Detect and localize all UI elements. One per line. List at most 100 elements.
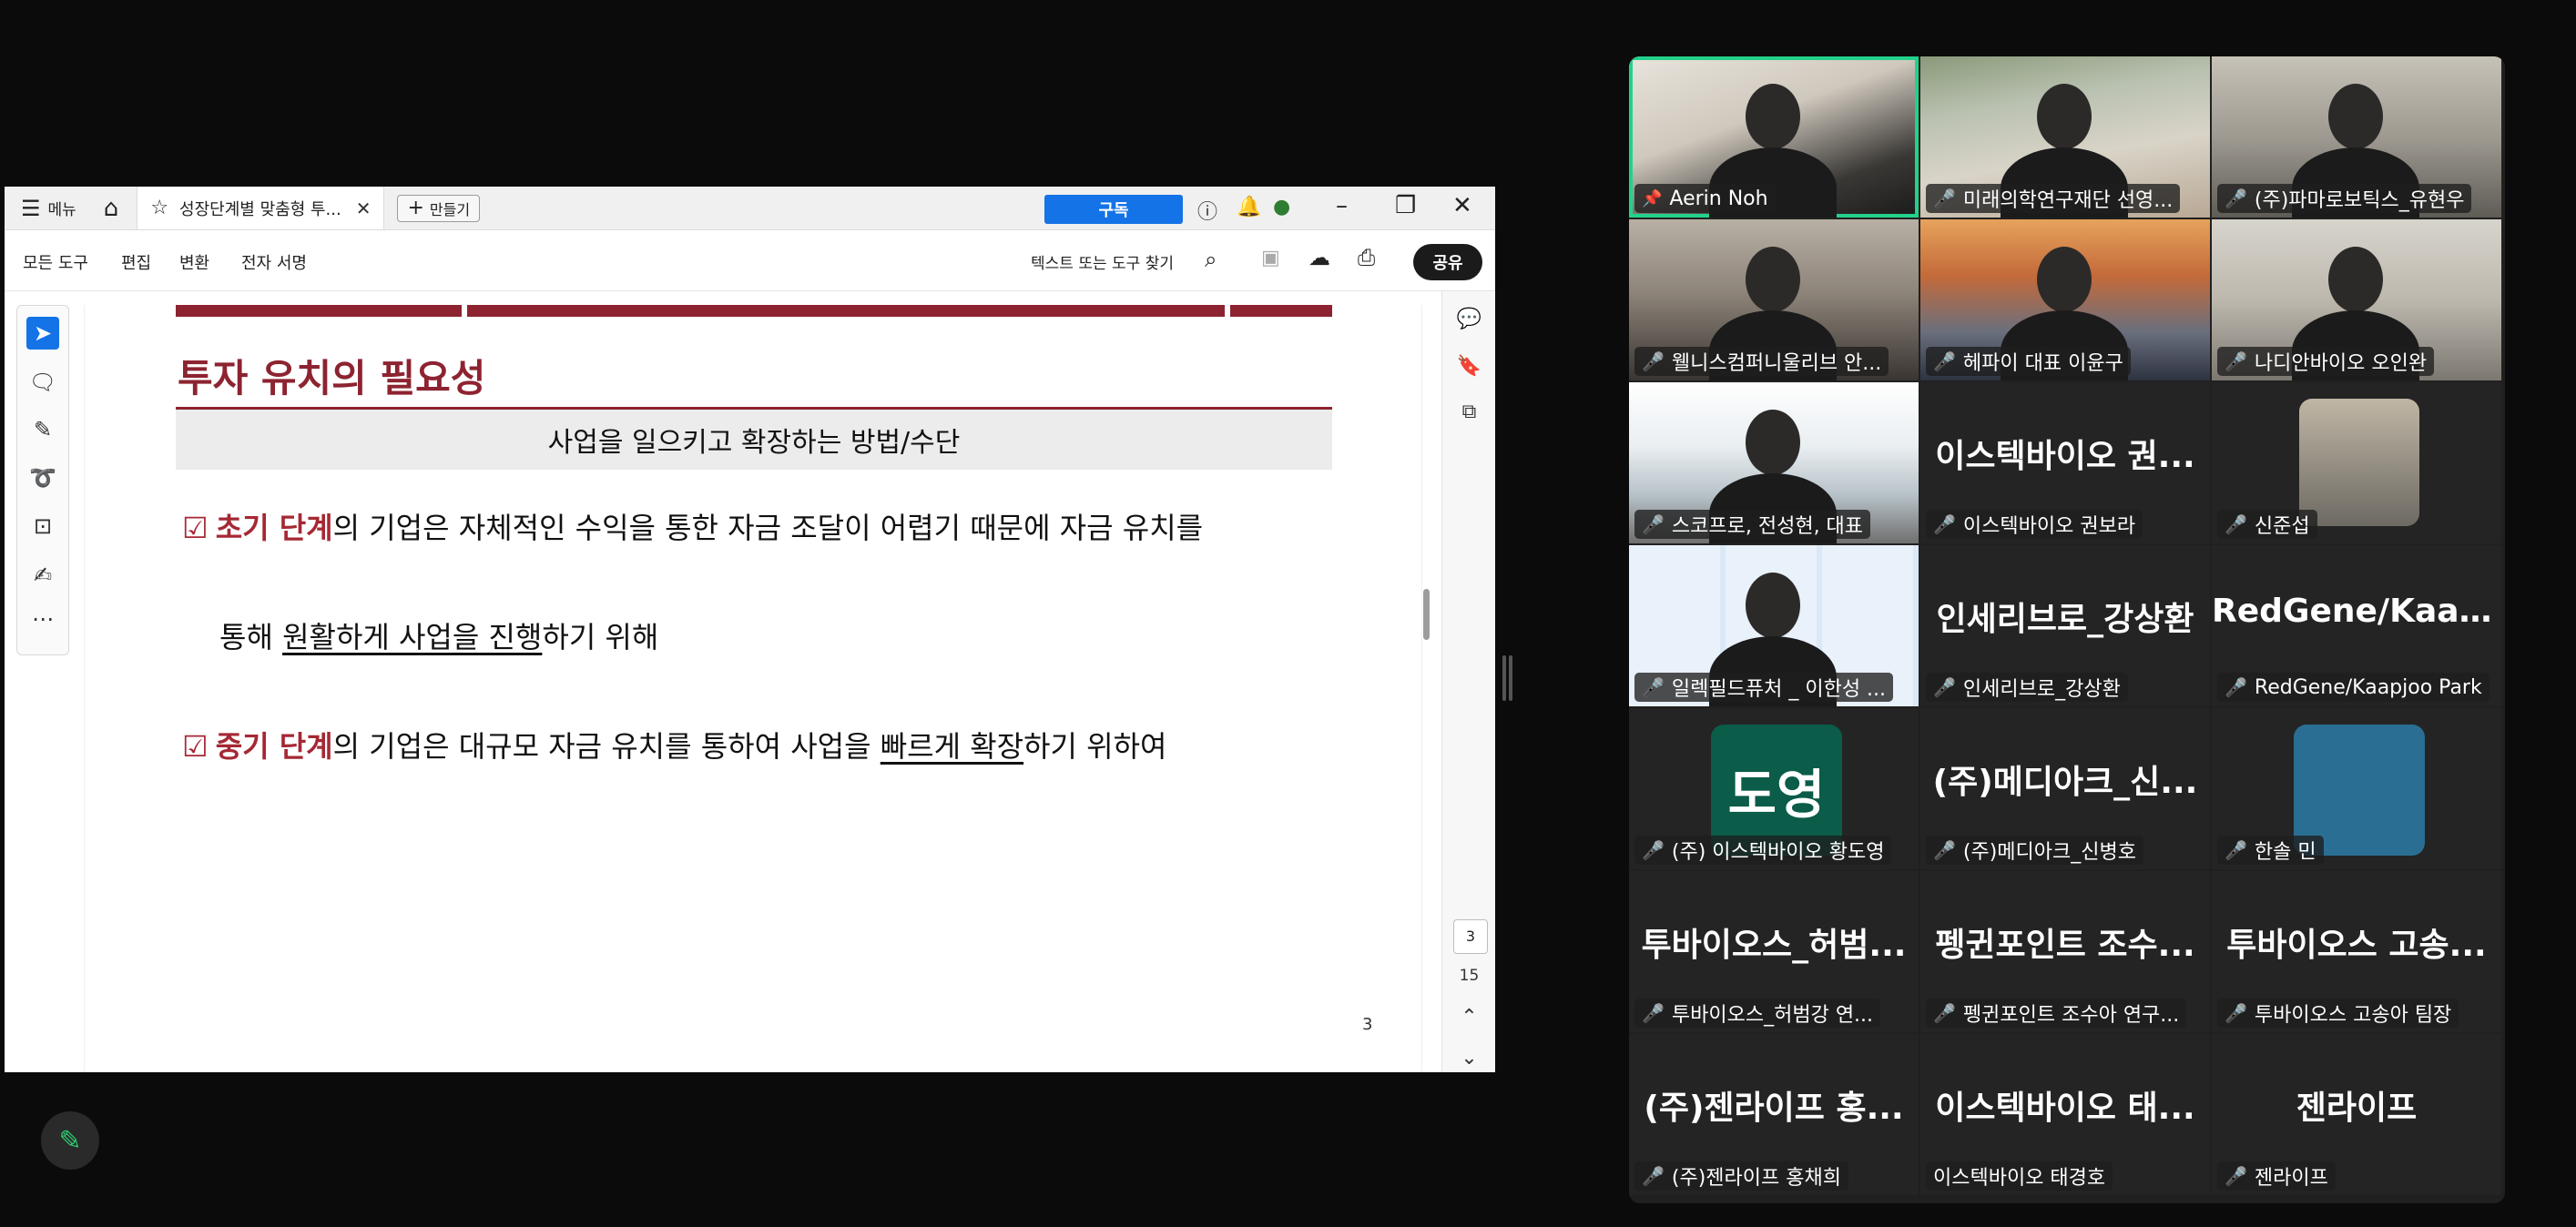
participant-tile[interactable]: 젠라이프 🎤 젠라이프 xyxy=(2212,1034,2501,1195)
chevron-down-icon[interactable]: ⌄ xyxy=(1442,1047,1495,1070)
participant-tile[interactable]: 🎤 신준섭 xyxy=(2212,382,2501,543)
split-handle[interactable] xyxy=(1502,655,1506,701)
participant-name: 인세리브로_강상환 xyxy=(1962,678,2121,701)
split-handle[interactable] xyxy=(1509,655,1512,701)
participant-name: 젠라이프 xyxy=(2254,1167,2328,1190)
comments-icon[interactable]: 💬 xyxy=(1442,308,1495,330)
participant-name-tag: 🎤 스코프로, 전성현, 대표 xyxy=(1634,510,1871,539)
highlight-pen-icon[interactable]: ✎ xyxy=(17,417,68,442)
restore-icon[interactable]: ❐ xyxy=(1395,192,1416,219)
cloud-upload-icon[interactable]: ☁ xyxy=(1308,245,1330,270)
participant-tile[interactable]: 투바이오스_허범... 🎤 투바이오스_허범강 연... xyxy=(1629,871,1919,1032)
annotate-pen-icon[interactable]: ✎ xyxy=(41,1111,99,1170)
tool-all[interactable]: 모든 도구 xyxy=(23,250,88,274)
pin-icon: 📌 xyxy=(1642,188,1663,208)
participant-name-tag: 🎤 투바이오스_허범강 연... xyxy=(1634,999,1881,1028)
participant-video-head xyxy=(2037,247,2092,312)
participant-name: (주)젠라이프 홍채희 xyxy=(1671,1167,1841,1190)
participant-tile[interactable]: 이스텍바이오 태... 이스텍바이오 태경호 xyxy=(1920,1034,2210,1195)
participant-name-tag: 🎤 젠라이프 xyxy=(2217,1161,2336,1191)
vertical-scrollbar[interactable] xyxy=(1423,589,1430,640)
participant-tile[interactable]: 🎤 웰니스컴퍼니울리브 안... xyxy=(1629,219,1919,380)
menu-button[interactable]: ☰ 메뉴 xyxy=(21,196,76,221)
participant-tile[interactable]: 펭귄포인트 조수... 🎤 펭귄포인트 조수아 연구... xyxy=(1920,871,2210,1032)
close-window-icon[interactable]: ✕ xyxy=(1452,192,1472,219)
total-pages: 15 xyxy=(1459,967,1480,985)
participant-tile[interactable]: RedGene/Kaapj... 🎤 RedGene/Kaapjoo Park xyxy=(2212,545,2501,706)
sign-icon[interactable]: ✍ xyxy=(17,563,68,588)
minimize-icon[interactable]: – xyxy=(1336,192,1348,219)
more-tools-icon[interactable]: ⋯ xyxy=(17,606,68,632)
comment-add-icon[interactable]: 🗨 xyxy=(17,370,68,395)
document-tab[interactable]: ☆ 성장단계별 맞춤형 투... ✕ xyxy=(137,187,385,229)
participant-video-head xyxy=(1746,410,1800,475)
participant-display-name: 이스텍바이오 태... xyxy=(1935,1090,2195,1127)
participant-name-tag: 🎤 헤파이 대표 이윤구 xyxy=(1926,347,2131,376)
tool-convert[interactable]: 변환 xyxy=(179,250,209,274)
mic-muted-icon: 🎤 xyxy=(1933,513,1956,535)
help-icon[interactable]: ⓘ xyxy=(1197,196,1217,225)
participant-tile[interactable]: 🎤 일렉필드퓨처 _ 이한성 ... xyxy=(1629,545,1919,706)
participant-tile[interactable]: 도영 🎤 (주) 이스텍바이오 황도영 xyxy=(1629,708,1919,869)
participant-display-name: 인세리브로_강상환 xyxy=(1936,601,2194,638)
participant-name-tag: 🎤 인세리브로_강상환 xyxy=(1926,673,2128,702)
participant-name-tag: 🎤 (주)메디아크_신병호 xyxy=(1926,836,2143,865)
draw-lasso-icon[interactable]: ➰ xyxy=(17,465,68,491)
bell-icon[interactable]: 🔔 xyxy=(1237,196,1261,218)
bullet-2-highlight: 중기 단계 xyxy=(215,729,333,764)
participant-video-head xyxy=(1746,84,1800,149)
participant-display-name: 젠라이프 xyxy=(2296,1090,2418,1127)
select-cursor-icon[interactable]: ➤ xyxy=(26,317,59,350)
subscribe-button[interactable]: 구독 xyxy=(1044,195,1183,224)
participant-tile[interactable]: 투바이오스 고송... 🎤 투바이오스 고송아 팀장 xyxy=(2212,871,2501,1032)
mic-muted-icon: 🎤 xyxy=(1642,676,1665,698)
participant-video-head xyxy=(1746,573,1800,638)
participant-tile[interactable]: 🎤 한솔 민 xyxy=(2212,708,2501,869)
mic-muted-icon: 🎤 xyxy=(2225,513,2247,535)
text-box-icon[interactable]: ⊡ xyxy=(17,513,68,539)
print-icon[interactable]: ⎙ xyxy=(1358,245,1375,270)
participant-display-name: 투바이오스 고송... xyxy=(2226,927,2487,964)
participant-tile[interactable]: 🎤 스코프로, 전성현, 대표 xyxy=(1629,382,1919,543)
mic-muted-icon: 🎤 xyxy=(2225,350,2247,372)
star-icon[interactable]: ☆ xyxy=(150,197,168,219)
participant-tile[interactable]: 🎤 나디안바이오 오인완 xyxy=(2212,219,2501,380)
participant-tile[interactable]: 📌 Aerin Noh xyxy=(1629,56,1919,218)
tool-edit[interactable]: 편집 xyxy=(121,250,151,274)
participant-name: 헤파이 대표 이윤구 xyxy=(1962,352,2123,375)
mic-muted-icon: 🎤 xyxy=(2225,188,2247,209)
tool-esign[interactable]: 전자 서명 xyxy=(241,250,307,274)
slide-header-bar xyxy=(1230,305,1332,317)
participant-name-tag: 🎤 투바이오스 고송아 팀장 xyxy=(2217,999,2459,1028)
search-icon[interactable]: ⌕ xyxy=(1205,247,1217,272)
participant-name: RedGene/Kaapjoo Park xyxy=(2254,675,2482,699)
search-tools-label[interactable]: 텍스트 또는 도구 찾기 xyxy=(1031,250,1174,273)
main-toolbar: 모든 도구 편집 변환 전자 서명 텍스트 또는 도구 찾기 ⌕ ▣ ☁ ⎙ 공… xyxy=(5,230,1495,291)
slide-subtitle: 사업을 일으키고 확장하는 방법/수단 xyxy=(176,410,1332,470)
save-icon[interactable]: ▣ xyxy=(1261,247,1280,269)
participant-name-tag: 🎤 펭귄포인트 조수아 연구... xyxy=(1926,999,2187,1028)
slide-title: 투자 유치의 필요성 xyxy=(178,356,486,401)
participant-tile[interactable]: 이스텍바이오 권... 🎤 이스텍바이오 권보라 xyxy=(1920,382,2210,543)
bullet-1-text-b-pre: 통해 xyxy=(219,620,283,654)
participant-tile[interactable]: 🎤 헤파이 대표 이윤구 xyxy=(1920,219,2210,380)
pages-icon[interactable]: ⧉ xyxy=(1442,401,1495,423)
bookmarks-icon[interactable]: 🔖 xyxy=(1442,355,1495,378)
participant-tile[interactable]: 🎤 미래의학연구재단 선영... xyxy=(1920,56,2210,218)
home-icon[interactable]: ⌂ xyxy=(104,195,119,222)
checkbox-icon: ☑ xyxy=(182,511,209,545)
account-icon[interactable]: ● xyxy=(1273,196,1290,218)
participant-tile[interactable]: (주)메디아크_신... 🎤 (주)메디아크_신병호 xyxy=(1920,708,2210,869)
slide-header-bar xyxy=(467,305,1225,317)
participant-video-head xyxy=(1746,247,1800,312)
mic-muted-icon: 🎤 xyxy=(1642,350,1665,372)
new-button[interactable]: + 만들기 xyxy=(397,194,481,222)
share-button[interactable]: 공유 xyxy=(1413,244,1482,280)
participant-name-tag: 이스텍바이오 태경호 xyxy=(1926,1161,2113,1191)
chevron-up-icon[interactable]: ⌃ xyxy=(1442,1006,1495,1029)
participant-tile[interactable]: 🎤 (주)파마로보틱스_유현우 xyxy=(2212,56,2501,218)
participant-tile[interactable]: (주)젠라이프 홍... 🎤 (주)젠라이프 홍채희 xyxy=(1629,1034,1919,1195)
participant-tile[interactable]: 인세리브로_강상환 🎤 인세리브로_강상환 xyxy=(1920,545,2210,706)
current-page-field[interactable]: 3 xyxy=(1453,919,1488,954)
close-tab-icon[interactable]: ✕ xyxy=(356,198,372,219)
